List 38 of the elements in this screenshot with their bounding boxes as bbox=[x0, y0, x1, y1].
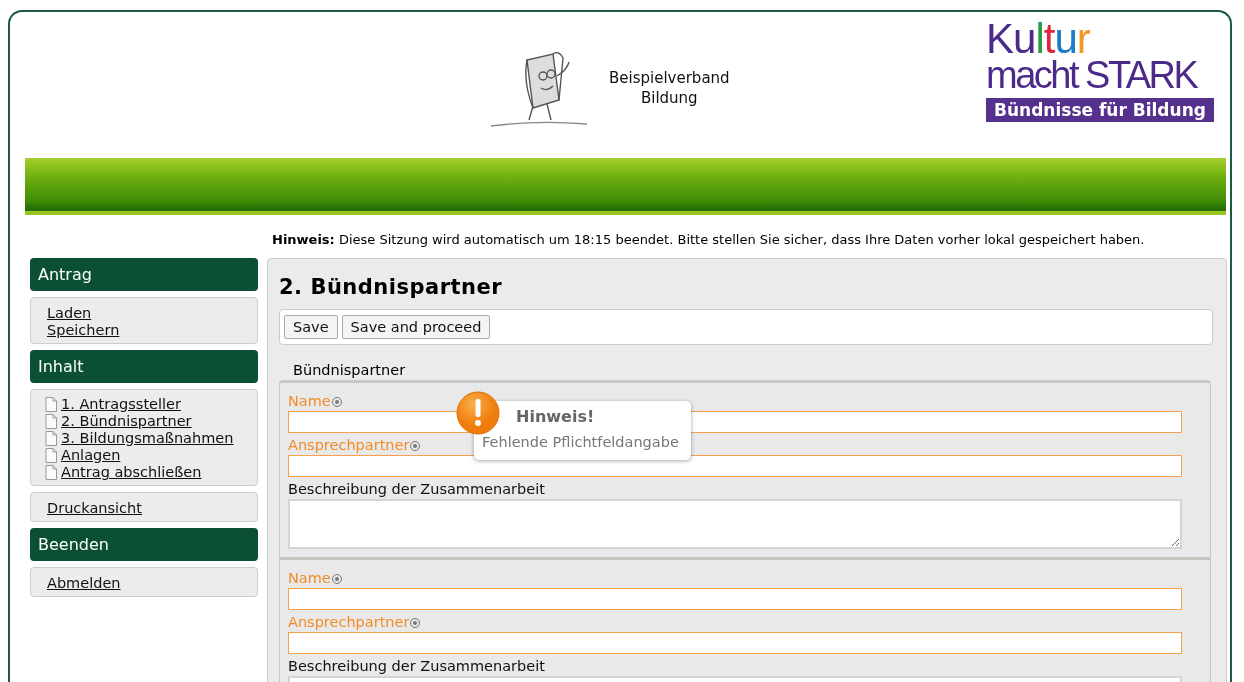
page-icon bbox=[45, 414, 57, 429]
textarea-field[interactable] bbox=[288, 499, 1182, 549]
logo-title: Kultur bbox=[986, 22, 1090, 56]
field-label: Ansprechpartner bbox=[288, 437, 410, 454]
field-label: Ansprechpartner bbox=[288, 614, 410, 631]
page-title: 2. Bündnispartner bbox=[279, 275, 504, 299]
sidebar-link[interactable]: Anlagen bbox=[61, 447, 121, 464]
sidebar-link[interactable]: Abmelden bbox=[47, 575, 241, 592]
fieldset-legend: Bündnispartner bbox=[293, 362, 1214, 378]
field-label: Beschreibung der Zusammenarbeit bbox=[288, 481, 545, 498]
sidebar-heading: Inhalt bbox=[30, 350, 258, 383]
form-button[interactable]: Save bbox=[284, 315, 338, 339]
sidebar-heading: Antrag bbox=[30, 258, 258, 291]
field-label: Beschreibung der Zusammenarbeit bbox=[288, 658, 545, 675]
input-field[interactable] bbox=[288, 588, 1182, 610]
sidebar-link[interactable]: 2. Bündnispartner bbox=[61, 413, 192, 430]
page-icon bbox=[45, 397, 57, 412]
organization-name: Beispielverband Bildung bbox=[609, 68, 730, 108]
form-button[interactable]: Save and proceed bbox=[341, 315, 491, 339]
session-notice: Hinweis: Diese Sitzung wird automatisch um 18:15 beendet. Bitte stellen Sie sicher, dass Ihre Daten vorher lokal gespeichert haben. bbox=[272, 232, 1146, 248]
page-icon bbox=[45, 431, 57, 446]
logo-banner: Bündnisse für Bildung bbox=[986, 98, 1214, 122]
sidebar-heading: Beenden bbox=[30, 528, 258, 561]
field-label: Name bbox=[288, 570, 331, 587]
sidebar-link[interactable]: Druckansicht bbox=[47, 500, 241, 517]
sidebar-link[interactable]: Laden bbox=[47, 305, 241, 322]
tooltip-message: Fehlende Pflichtfeldangabe bbox=[482, 434, 679, 450]
page-icon bbox=[45, 448, 57, 463]
page-icon bbox=[45, 465, 57, 480]
sidebar-link[interactable]: Antrag abschließen bbox=[61, 464, 202, 481]
sidebar-link[interactable]: 1. Antragssteller bbox=[61, 396, 181, 413]
tooltip-title: Hinweis! bbox=[516, 407, 596, 426]
sidebar-link[interactable]: 3. Bildungsmaßnahmen bbox=[61, 430, 234, 447]
sidebar-link[interactable]: Speichern bbox=[47, 322, 241, 339]
input-field[interactable] bbox=[288, 455, 1182, 477]
input-field[interactable] bbox=[288, 632, 1182, 654]
logo-subtitle: macht STARK bbox=[986, 58, 1197, 92]
field-label: Name bbox=[288, 393, 331, 410]
